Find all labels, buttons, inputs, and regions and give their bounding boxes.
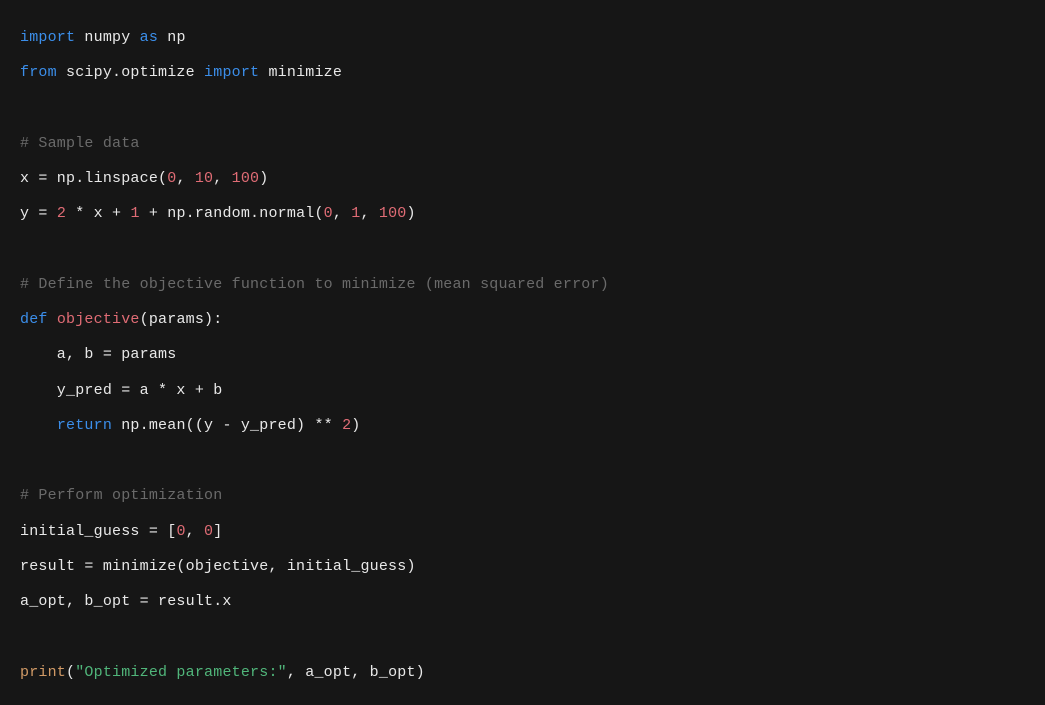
code-line: import numpy as np: [20, 29, 186, 46]
comment: # Sample data: [20, 135, 140, 152]
code-text: (params):: [140, 311, 223, 328]
code-text: minimize: [259, 64, 342, 81]
code-text: ,: [176, 170, 194, 187]
number: 0: [204, 523, 213, 540]
number: 0: [176, 523, 185, 540]
code-line: x = np.linspace(0, 10, 100): [20, 170, 268, 187]
comment: # Define the objective function to minim…: [20, 276, 609, 293]
number: 1: [130, 205, 139, 222]
code-text: ,: [186, 523, 204, 540]
code-text: y_pred = a * x + b: [20, 382, 222, 399]
number: 10: [195, 170, 213, 187]
code-line: a, b = params: [20, 346, 176, 363]
code-text: np: [158, 29, 186, 46]
code-text: ,: [333, 205, 351, 222]
number: 2: [57, 205, 66, 222]
code-text: ]: [213, 523, 222, 540]
keyword-return: return: [57, 417, 112, 434]
code-line: y_pred = a * x + b: [20, 382, 222, 399]
code-line: return np.mean((y - y_pred) ** 2): [20, 417, 360, 434]
number: 2: [342, 417, 351, 434]
code-line: y = 2 * x + 1 + np.random.normal(0, 1, 1…: [20, 205, 416, 222]
code-text: ): [407, 205, 416, 222]
code-line: initial_guess = [0, 0]: [20, 523, 222, 540]
code-line: a_opt, b_opt = result.x: [20, 593, 232, 610]
number: 100: [379, 205, 407, 222]
code-line: def objective(params):: [20, 311, 222, 328]
code-line: print("Optimized parameters:", a_opt, b_…: [20, 664, 425, 681]
code-text: ,: [213, 170, 231, 187]
code-line: # Define the objective function to minim…: [20, 276, 609, 293]
code-text: , a_opt, b_opt): [287, 664, 425, 681]
code-text: a_opt, b_opt = result.x: [20, 593, 232, 610]
code-line: result = minimize(objective, initial_gue…: [20, 558, 416, 575]
code-text: a, b = params: [20, 346, 176, 363]
code-line: from scipy.optimize import minimize: [20, 64, 342, 81]
code-text: ): [259, 170, 268, 187]
number: 0: [324, 205, 333, 222]
builtin-print: print: [20, 664, 66, 681]
code-text: * x +: [66, 205, 130, 222]
code-text: np.mean((y - y_pred) **: [112, 417, 342, 434]
code-text: x = np.linspace(: [20, 170, 167, 187]
keyword-import: import: [204, 64, 259, 81]
code-text: (: [66, 664, 75, 681]
keyword-as: as: [140, 29, 158, 46]
string: "Optimized parameters:": [75, 664, 287, 681]
code-text: numpy: [75, 29, 139, 46]
code-text: scipy.optimize: [57, 64, 204, 81]
code-text: result = minimize(objective, initial_gue…: [20, 558, 416, 575]
code-text: [20, 417, 57, 434]
code-text: y =: [20, 205, 57, 222]
code-text: initial_guess = [: [20, 523, 176, 540]
code-line: # Perform optimization: [20, 487, 222, 504]
code-text: [48, 311, 57, 328]
number: 100: [232, 170, 260, 187]
code-text: + np.random.normal(: [140, 205, 324, 222]
keyword-import: import: [20, 29, 75, 46]
code-block: import numpy as np from scipy.optimize i…: [20, 20, 1025, 690]
code-line: # Sample data: [20, 135, 140, 152]
comment: # Perform optimization: [20, 487, 222, 504]
code-text: ): [351, 417, 360, 434]
keyword-def: def: [20, 311, 48, 328]
keyword-from: from: [20, 64, 57, 81]
function-name: objective: [57, 311, 140, 328]
code-text: ,: [360, 205, 378, 222]
